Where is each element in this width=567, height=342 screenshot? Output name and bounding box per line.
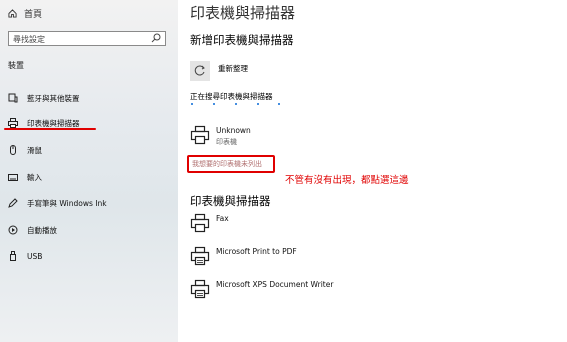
- home-icon: [8, 9, 17, 18]
- printer-name[interactable]: Fax: [216, 214, 229, 223]
- pen-icon: [8, 198, 18, 208]
- printers-list-heading: 印表機與掃描器: [190, 194, 271, 208]
- searching-status: 正在搜尋印表機與掃描器: [190, 92, 273, 101]
- sidebar-item-autoplay[interactable]: 自動播放: [8, 224, 57, 236]
- search-placeholder: 尋找設定: [13, 35, 45, 44]
- sidebar-item-typing[interactable]: 輸入: [8, 171, 42, 183]
- home-nav-item[interactable]: 首頁: [8, 7, 42, 20]
- keyboard-icon: [8, 174, 18, 181]
- bluetooth-icon: [8, 93, 18, 103]
- usb-icon: [10, 251, 16, 261]
- found-device-name[interactable]: Unknown: [216, 126, 251, 135]
- search-icon: [151, 33, 161, 43]
- sidebar-item-label: 自動播放: [27, 225, 57, 235]
- refresh-button[interactable]: [190, 61, 210, 81]
- home-label: 首頁: [24, 10, 43, 20]
- refresh-icon: [194, 65, 205, 76]
- search-input[interactable]: 尋找設定: [8, 31, 166, 46]
- progress-dot: [213, 103, 215, 105]
- section-title: 裝置: [8, 61, 24, 70]
- progress-dots: [190, 103, 280, 107]
- add-printers-heading: 新增印表機與掃描器: [190, 33, 294, 47]
- sidebar-item-label: 藍牙與其他裝置: [27, 93, 80, 103]
- printer-icon: [190, 246, 210, 266]
- sidebar-item-mouse[interactable]: 滑鼠: [8, 144, 42, 156]
- printer-name[interactable]: Microsoft Print to PDF: [216, 247, 297, 256]
- printer-icon: [190, 125, 210, 145]
- printer-icon: [190, 279, 210, 299]
- sidebar-item-bluetooth[interactable]: 藍牙與其他裝置: [8, 92, 80, 104]
- printer-not-listed-link[interactable]: 我想要的印表機未列出: [192, 159, 262, 169]
- sidebar: 首頁 尋找設定 裝置 藍牙與其他裝置 印表機與掃描器 滑鼠 輸入 手寫筆與 Wi…: [0, 0, 178, 342]
- sidebar-item-pen[interactable]: 手寫筆與 Windows Ink: [8, 197, 107, 209]
- progress-dot: [191, 103, 193, 105]
- fax-icon: [190, 213, 210, 233]
- mouse-icon: [10, 145, 16, 155]
- sidebar-item-label: 滑鼠: [27, 145, 42, 155]
- printer-icon: [8, 118, 18, 128]
- printer-name[interactable]: Microsoft XPS Document Writer: [216, 280, 333, 289]
- refresh-label[interactable]: 重新整理: [218, 63, 248, 74]
- sidebar-item-label: 輸入: [27, 172, 42, 182]
- page-title: 印表機與掃描器: [190, 4, 296, 22]
- annotation-text: 不管有沒有出現，都點選這邊: [285, 175, 409, 186]
- progress-dot: [257, 103, 259, 105]
- sidebar-item-label: 印表機與掃描器: [27, 118, 80, 128]
- sidebar-item-usb[interactable]: USB: [8, 250, 42, 262]
- sidebar-item-label: 手寫筆與 Windows Ink: [27, 198, 107, 208]
- autoplay-icon: [8, 225, 18, 235]
- selection-highlight-underline: [4, 128, 96, 130]
- found-device-type: 印表機: [216, 138, 237, 146]
- sidebar-item-label: USB: [27, 251, 43, 261]
- progress-dot: [235, 103, 237, 105]
- progress-dot: [278, 103, 280, 105]
